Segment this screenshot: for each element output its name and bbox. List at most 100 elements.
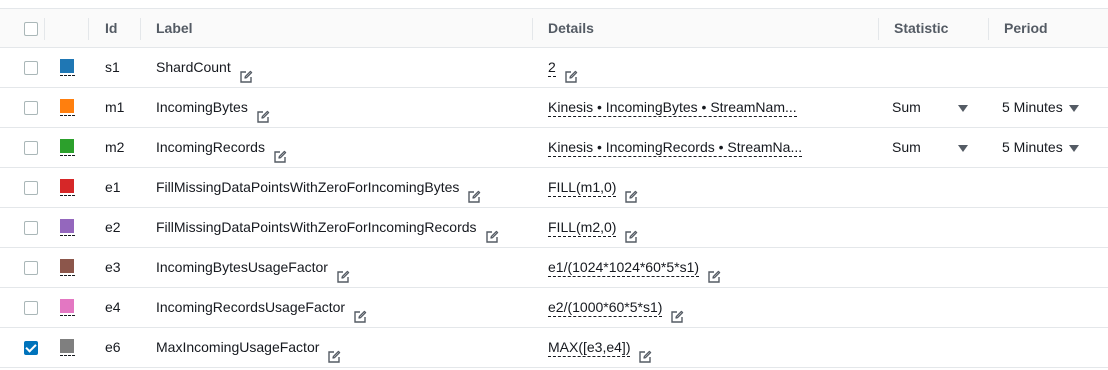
- metric-details[interactable]: Kinesis • IncomingBytes • StreamNam...: [548, 99, 797, 118]
- edit-label-icon[interactable]: [239, 60, 253, 83]
- column-header-id[interactable]: Id: [105, 9, 117, 48]
- metric-id: m2: [105, 139, 125, 155]
- caret-down-icon: [958, 104, 968, 112]
- period-value: 5 Minutes: [1002, 99, 1063, 115]
- row-checkbox[interactable]: [24, 141, 38, 155]
- edit-label-icon[interactable]: [467, 180, 481, 203]
- metric-label-cell: ShardCount: [156, 48, 253, 87]
- row-checkbox[interactable]: [24, 101, 38, 115]
- metric-label-cell: MaxIncomingUsageFactor: [156, 328, 341, 367]
- metric-details-cell: e2/(1000*60*5*s1): [548, 288, 684, 327]
- metric-label: IncomingRecords: [156, 139, 265, 155]
- metric-id: e4: [105, 299, 121, 315]
- color-swatch[interactable]: [60, 259, 75, 277]
- edit-label-icon[interactable]: [256, 100, 270, 123]
- edit-details-icon[interactable]: [624, 220, 638, 243]
- metric-id: e6: [105, 339, 121, 355]
- table-row: s1 ShardCount 2: [0, 48, 1108, 88]
- caret-down-icon: [1068, 104, 1079, 112]
- metric-label: FillMissingDataPointsWithZeroForIncoming…: [156, 219, 477, 235]
- edit-details-icon[interactable]: [638, 340, 652, 363]
- metric-label: IncomingBytesUsageFactor: [156, 259, 328, 275]
- metric-details-cell: Kinesis • IncomingRecords • StreamNa...: [548, 128, 803, 167]
- row-checkbox[interactable]: [24, 341, 38, 355]
- row-checkbox[interactable]: [24, 261, 38, 275]
- column-header-details[interactable]: Details: [548, 9, 594, 48]
- metric-details[interactable]: e1/(1024*1024*60*5*s1): [548, 259, 700, 278]
- metric-details-cell: 2: [548, 48, 578, 87]
- metric-details-cell: FILL(m1,0): [548, 168, 638, 207]
- table-header: Id Label Details Statistic Period: [0, 8, 1108, 48]
- statistic-dropdown[interactable]: [958, 88, 968, 127]
- period-select[interactable]: 5 Minutes: [1002, 128, 1079, 167]
- metric-details[interactable]: MAX([e3,e4]): [548, 339, 631, 358]
- row-checkbox[interactable]: [24, 61, 38, 75]
- color-swatch[interactable]: [60, 139, 75, 157]
- column-header-period[interactable]: Period: [1004, 9, 1048, 48]
- metric-id: m1: [105, 99, 125, 115]
- metric-label-cell: IncomingRecordsUsageFactor: [156, 288, 367, 327]
- metric-details[interactable]: FILL(m2,0): [548, 219, 617, 238]
- table-row: m1 IncomingBytes Kinesis • IncomingBytes •…: [0, 88, 1108, 128]
- metric-id: e2: [105, 219, 121, 235]
- edit-label-icon[interactable]: [273, 140, 287, 163]
- metric-label-cell: FillMissingDataPointsWithZeroForIncoming…: [156, 168, 481, 207]
- color-swatch[interactable]: [60, 99, 75, 117]
- edit-details-icon[interactable]: [670, 300, 684, 323]
- color-swatch[interactable]: [60, 299, 75, 317]
- table-row: m2 IncomingRecords Kinesis • IncomingRecor…: [0, 128, 1108, 168]
- edit-details-icon[interactable]: [707, 260, 721, 283]
- metric-id: e1: [105, 179, 121, 195]
- metric-details[interactable]: 2: [548, 59, 556, 78]
- metric-label: IncomingRecordsUsageFactor: [156, 299, 346, 315]
- row-checkbox[interactable]: [24, 181, 38, 195]
- metric-details-cell: FILL(m2,0): [548, 208, 638, 247]
- statistic-dropdown[interactable]: [958, 128, 968, 167]
- metric-label: IncomingBytes: [156, 99, 248, 115]
- edit-details-icon[interactable]: [624, 180, 638, 203]
- column-separator: [988, 18, 989, 40]
- table-row: e2 FillMissingDataPointsWithZeroForIncomi…: [0, 208, 1108, 248]
- edit-label-icon[interactable]: [336, 260, 350, 283]
- metric-label-cell: IncomingRecords: [156, 128, 287, 167]
- metric-details-cell: MAX([e3,e4]): [548, 328, 652, 367]
- metric-details[interactable]: Kinesis • IncomingRecords • StreamNa...: [548, 139, 803, 158]
- row-checkbox[interactable]: [24, 221, 38, 235]
- edit-details-icon[interactable]: [564, 60, 578, 83]
- color-swatch[interactable]: [60, 339, 75, 357]
- table-row: e3 IncomingBytesUsageFactor e1/(1024*1024*…: [0, 248, 1108, 288]
- color-swatch[interactable]: [60, 219, 75, 237]
- statistic-value: Sum: [892, 99, 921, 115]
- column-header-label[interactable]: Label: [156, 9, 193, 48]
- statistic-select[interactable]: Sum: [892, 88, 921, 127]
- metric-details[interactable]: FILL(m1,0): [548, 179, 617, 198]
- edit-label-icon[interactable]: [353, 300, 367, 323]
- statistic-select[interactable]: Sum: [892, 128, 921, 167]
- edit-label-icon[interactable]: [485, 220, 499, 243]
- table-row: e4 IncomingRecordsUsageFactor e2/(1000*60*…: [0, 288, 1108, 328]
- metric-label: MaxIncomingUsageFactor: [156, 339, 320, 355]
- metric-id: e3: [105, 259, 121, 275]
- select-all-checkbox[interactable]: [24, 22, 38, 36]
- metric-id: s1: [105, 59, 120, 75]
- edit-label-icon[interactable]: [327, 340, 341, 363]
- caret-down-icon: [1068, 144, 1079, 152]
- caret-down-icon: [958, 144, 968, 152]
- column-separator: [88, 18, 89, 40]
- metric-details-cell: e1/(1024*1024*60*5*s1): [548, 248, 721, 287]
- metric-details-cell: Kinesis • IncomingBytes • StreamNam...: [548, 88, 797, 127]
- column-separator: [532, 18, 533, 40]
- color-swatch[interactable]: [60, 59, 75, 77]
- statistic-value: Sum: [892, 139, 921, 155]
- table-row: e1 FillMissingDataPointsWithZeroForIncomi…: [0, 168, 1108, 208]
- metric-label-cell: IncomingBytesUsageFactor: [156, 248, 350, 287]
- metrics-table: Id Label Details Statistic Period s1 Shar…: [0, 0, 1108, 370]
- table-row: e6 MaxIncomingUsageFactor MAX([e3,e4]): [0, 328, 1108, 368]
- metric-details[interactable]: e2/(1000*60*5*s1): [548, 299, 663, 318]
- row-checkbox[interactable]: [24, 301, 38, 315]
- color-swatch[interactable]: [60, 179, 75, 197]
- period-select[interactable]: 5 Minutes: [1002, 88, 1079, 127]
- column-header-statistic[interactable]: Statistic: [894, 9, 948, 48]
- column-separator: [140, 18, 141, 40]
- column-separator: [878, 18, 879, 40]
